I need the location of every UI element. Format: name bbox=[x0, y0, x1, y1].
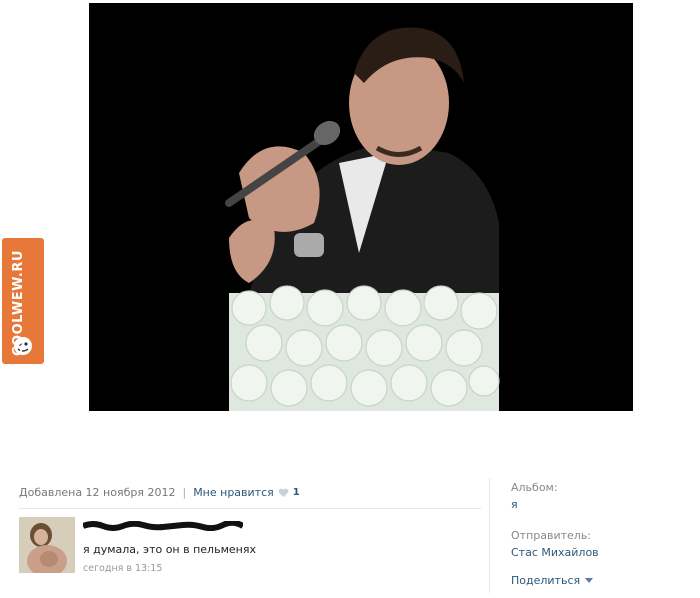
avatar-image bbox=[19, 517, 75, 573]
divider bbox=[19, 508, 481, 509]
sender-link[interactable]: Стас Михайлов bbox=[511, 546, 599, 559]
comment-timestamp[interactable]: сегодня в 13:15 bbox=[83, 563, 162, 574]
commenter-avatar[interactable] bbox=[19, 517, 75, 573]
info-separator: | bbox=[182, 486, 187, 499]
watermark-text: COOLWEW.RU bbox=[11, 250, 26, 356]
album-label: Альбом: bbox=[511, 481, 558, 494]
watermark: COOLWEW.RU bbox=[2, 238, 44, 364]
sender-label: Отправитель: bbox=[511, 529, 592, 542]
album-link[interactable]: я bbox=[511, 498, 518, 511]
share-button[interactable]: Поделиться bbox=[511, 574, 594, 587]
redacted-author-name bbox=[83, 521, 243, 531]
sidebar-divider bbox=[489, 478, 490, 593]
photo-info-bar: Добавлена 12 ноября 2012 | Мне нравится … bbox=[19, 486, 300, 499]
chevron-down-icon bbox=[585, 578, 594, 583]
added-date: Добавлена 12 ноября 2012 bbox=[19, 486, 176, 499]
comment-text: я думала, это он в пельменях bbox=[83, 543, 256, 556]
like-button[interactable]: Мне нравится bbox=[193, 486, 274, 499]
like-count: 1 bbox=[292, 487, 300, 498]
photo[interactable] bbox=[89, 3, 633, 411]
photo-image bbox=[89, 3, 633, 411]
heart-icon[interactable] bbox=[278, 488, 289, 498]
share-label: Поделиться bbox=[511, 574, 581, 587]
